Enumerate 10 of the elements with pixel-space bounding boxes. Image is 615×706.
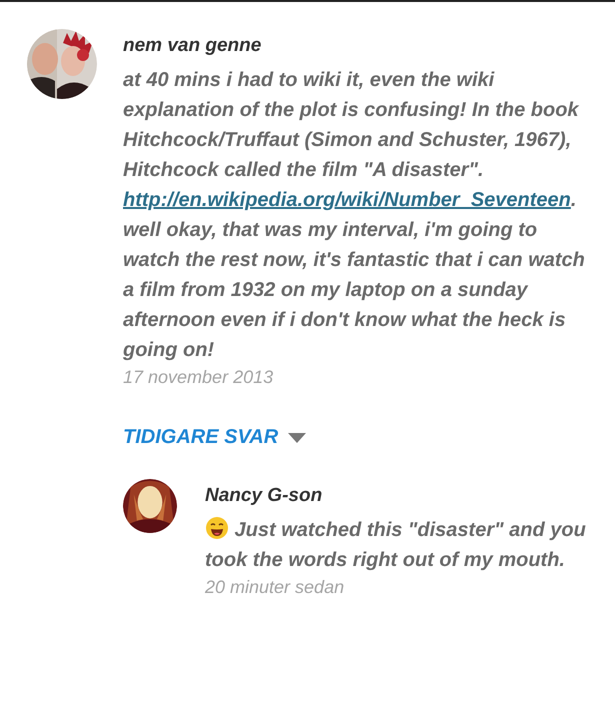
link[interactable]: http://en.wikipedia.org/wiki/Number_Seventeen [123,189,571,211]
laughing-emoji-icon [205,516,229,540]
comment-date: 20 minuter sedan [205,577,346,598]
comment-text: Just watched this "disaster" and you took the words right out of my mouth. [205,515,595,575]
comment-date: 17 november 2013 [123,367,274,388]
author-name: Nancy G-son [205,485,324,507]
comment-text: at 40 mins i had to wiki it, even the wiki explanation of the plot is confusing! In the book Hitchcock/Truffaut (Simon and Schuster, 1967), Hitchcock called the film "A disaster". http://en.wikipedia.org/wiki/Number_Seventeen. well okay, that was my interval, i'm going to watch the rest now, it's fantastic that i can watch a film from 1932 on my laptop on a sunday afternoon even if i don't know what the heck is going on! [123,68,586,363]
replies-toggle[interactable]: TIDIGARE SVAR [123,426,306,449]
author-name: nem van genne [123,35,262,57]
caret-icon [288,432,306,442]
